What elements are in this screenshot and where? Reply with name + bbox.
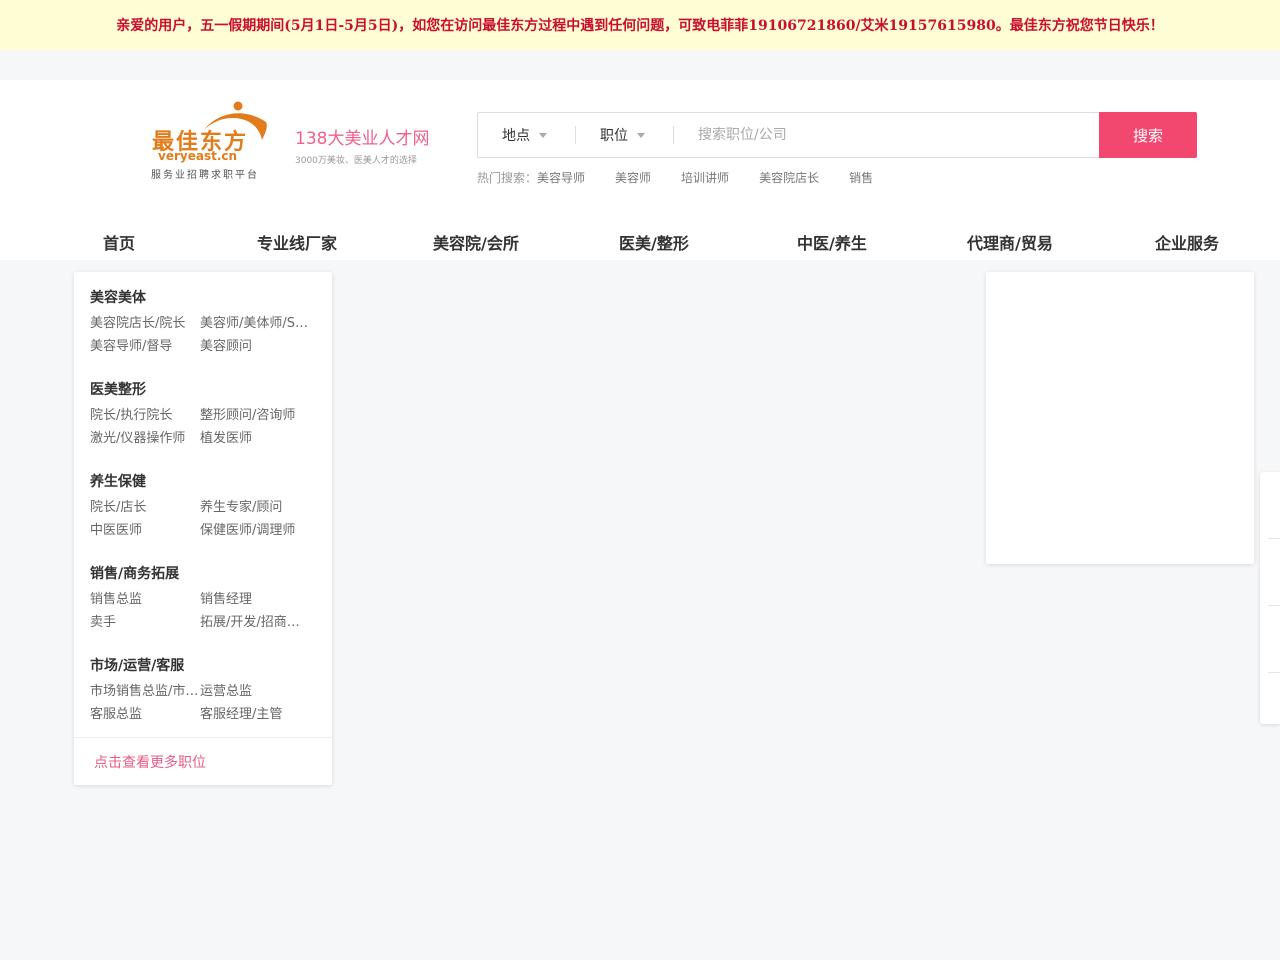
menu-category: 销售/商务拓展 销售总监 销售经理 卖手 拓展/开发/招商经理: [90, 563, 310, 632]
job-category-menu: 美容美体 美容院店长/院长 美容师/美体师/SPA技师 美容导师/督导 美容顾问…: [74, 272, 332, 785]
nav-item-medical-beauty[interactable]: 医美/整形: [619, 230, 689, 254]
menu-job-link[interactable]: 市场销售总监/市场经理: [90, 683, 200, 701]
nav-item-enterprise[interactable]: 企业服务: [1155, 230, 1219, 254]
site-tag-subtitle: 3000万美妆、医美人才的选择: [295, 156, 417, 166]
menu-job-link[interactable]: 院长/店长: [90, 499, 200, 517]
menu-category-title[interactable]: 市场/运营/客服: [90, 655, 310, 677]
floating-sidebar[interactable]: [1260, 472, 1280, 724]
position-select[interactable]: 职位: [576, 112, 673, 158]
sidebar-divider: [1268, 672, 1280, 673]
sidebar-divider: [1268, 538, 1280, 539]
hot-search-item[interactable]: 美容师: [615, 169, 651, 186]
menu-category-title[interactable]: 养生保健: [90, 471, 310, 493]
menu-job-link[interactable]: 客服经理/主管: [200, 706, 310, 724]
location-select[interactable]: 地点: [478, 112, 575, 158]
site-tagline: 138大美业人才网 3000万美妆、医美人才的选择: [295, 124, 429, 166]
hot-search-item[interactable]: 美容导师: [537, 169, 585, 186]
hot-search-item[interactable]: 培训讲师: [681, 169, 729, 186]
menu-category: 市场/运营/客服 市场销售总监/市场经理 运营总监 客服总监 客服经理/主管: [90, 655, 310, 724]
menu-job-link[interactable]: 植发医师: [200, 430, 310, 448]
nav-item-salons[interactable]: 美容院/会所: [433, 230, 519, 254]
site-tag-title: 138大美业人才网: [295, 129, 430, 149]
nav-item-agents-trade[interactable]: 代理商/贸易: [967, 230, 1053, 254]
nav-item-manufacturers[interactable]: 专业线厂家: [257, 230, 337, 254]
hot-search-item[interactable]: 销售: [849, 169, 873, 186]
menu-job-link[interactable]: 运营总监: [200, 683, 310, 701]
header: 最佳东方 veryeast.cn 服务业招聘求职平台 138大美业人才网 300…: [0, 80, 1280, 260]
menu-job-link[interactable]: 院长/执行院长: [90, 407, 200, 425]
menu-job-link[interactable]: 销售经理: [200, 591, 310, 609]
sidebar-divider: [1268, 605, 1280, 606]
hot-search: 热门搜索： 美容导师 美容师 培训讲师 美容院店长 销售: [477, 169, 903, 186]
menu-divider: [74, 737, 332, 738]
brand-name-en: veryeast.cn: [158, 149, 238, 163]
menu-job-link[interactable]: 美容顾问: [200, 338, 310, 356]
nav-item-home[interactable]: 首页: [103, 230, 135, 254]
notice-banner: 亲爱的用户，五一假期期间(5月1日-5月5日)，如您在访问最佳东方过程中遇到任何…: [0, 0, 1280, 50]
nav-item-tcm-wellness[interactable]: 中医/养生: [797, 230, 867, 254]
hot-search-item[interactable]: 美容院店长: [759, 169, 819, 186]
menu-job-link[interactable]: 卖手: [90, 614, 200, 632]
position-select-label: 职位: [600, 128, 628, 144]
search-bar: 地点 职位 搜索: [477, 112, 1197, 158]
menu-category: 医美整形 院长/执行院长 整形顾问/咨询师 激光/仪器操作师 植发医师: [90, 379, 310, 448]
menu-job-link[interactable]: 激光/仪器操作师: [90, 430, 200, 448]
menu-category-title[interactable]: 医美整形: [90, 379, 310, 401]
menu-category: 美容美体 美容院店长/院长 美容师/美体师/SPA技师 美容导师/督导 美容顾问: [90, 287, 310, 356]
menu-category-title[interactable]: 美容美体: [90, 287, 310, 309]
menu-job-link[interactable]: 整形顾问/咨询师: [200, 407, 310, 425]
hot-search-label: 热门搜索：: [477, 171, 538, 185]
menu-job-link[interactable]: 美容院店长/院长: [90, 315, 200, 333]
more-jobs-link[interactable]: 点击查看更多职位: [94, 752, 206, 772]
menu-category-title[interactable]: 销售/商务拓展: [90, 563, 310, 585]
menu-job-link[interactable]: 美容师/美体师/SPA技师: [200, 315, 310, 333]
search-input[interactable]: [674, 113, 1094, 157]
notice-text: 亲爱的用户，五一假期期间(5月1日-5月5日)，如您在访问最佳东方过程中遇到任何…: [116, 18, 1164, 34]
menu-job-link[interactable]: 养生专家/顾问: [200, 499, 310, 517]
menu-job-link[interactable]: 客服总监: [90, 706, 200, 724]
caret-down-icon: [539, 132, 547, 138]
location-select-label: 地点: [502, 128, 530, 144]
menu-category: 养生保健 院长/店长 养生专家/顾问 中医医师 保健医师/调理师: [90, 471, 310, 540]
menu-job-link[interactable]: 美容导师/督导: [90, 338, 200, 356]
menu-job-link[interactable]: 销售总监: [90, 591, 200, 609]
caret-down-icon: [637, 132, 645, 138]
search-button[interactable]: 搜索: [1099, 112, 1197, 158]
ad-panel[interactable]: [986, 272, 1254, 564]
menu-job-link[interactable]: 拓展/开发/招商经理: [200, 614, 310, 632]
site-logo[interactable]: 最佳东方 veryeast.cn 服务业招聘求职平台: [150, 100, 280, 181]
menu-job-link[interactable]: 中医医师: [90, 522, 200, 540]
brand-slogan: 服务业招聘求职平台: [151, 170, 259, 181]
main-nav: 首页 专业线厂家 美容院/会所 医美/整形 中医/养生 代理商/贸易 企业服务: [0, 220, 1280, 260]
menu-job-link[interactable]: 保健医师/调理师: [200, 522, 310, 540]
